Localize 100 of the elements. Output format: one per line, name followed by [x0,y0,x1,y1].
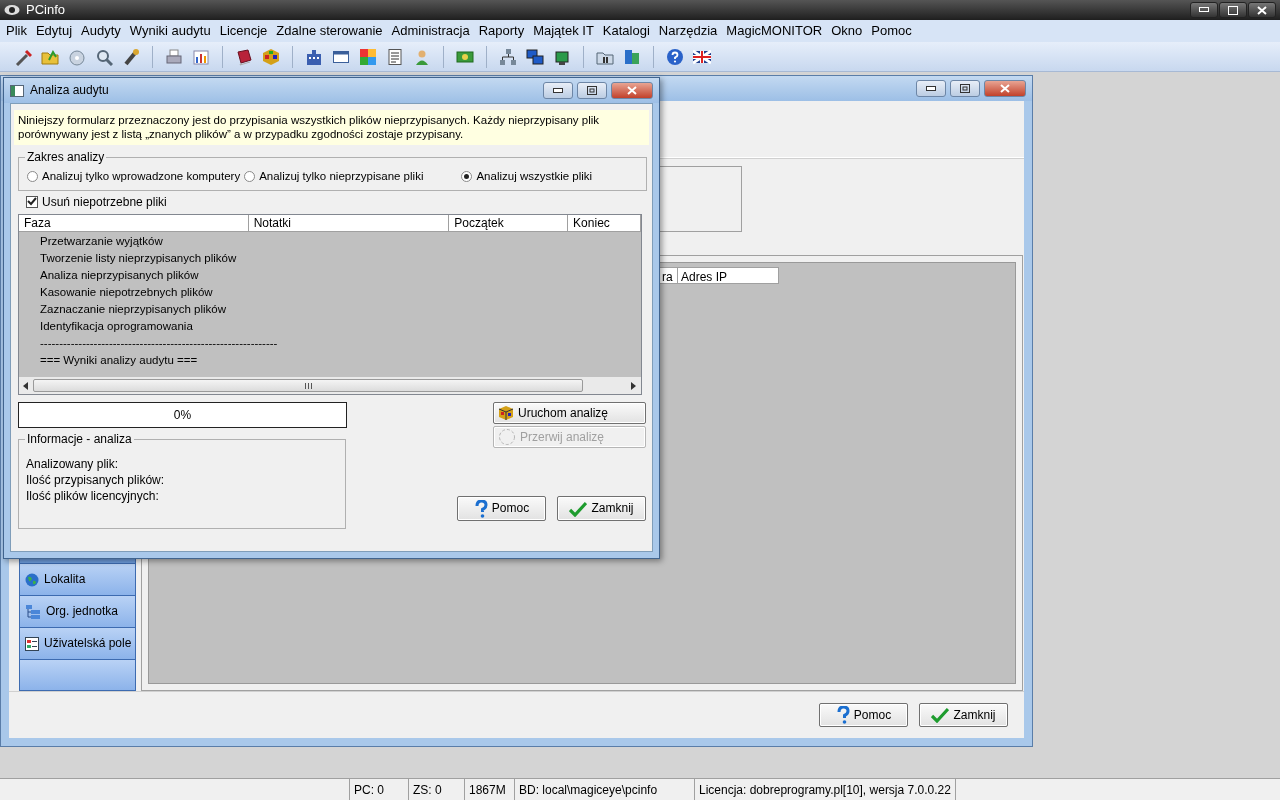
close-icon [1000,84,1010,93]
dashed-circle-icon [498,428,516,447]
globe-icon [25,572,39,587]
disc-icon[interactable] [68,47,86,66]
column-header[interactable]: Adres IP [678,267,779,284]
building-icon[interactable] [305,47,323,66]
status-text: BD: local\magiceye\pcinfo [515,779,695,800]
table-row-text: Analiza nieprzypisanych plików [40,269,200,284]
close-button[interactable] [1248,2,1276,18]
sidebar-item[interactable]: Org. jednotka [20,595,135,627]
menu-item[interactable]: Wyniki audytu [125,23,216,39]
radio-button[interactable]: Analizuj wszystkie pliki [461,169,593,184]
status-text: PC: 0 [350,779,409,800]
network-icon[interactable] [499,47,517,66]
maximize-button[interactable] [1219,2,1247,18]
menu-item[interactable]: Zdalne sterowanie [272,23,388,39]
window-icon [10,84,24,97]
column-header[interactable]: Początek [449,215,569,233]
minimize-icon [1199,7,1209,13]
app-title: PCinfo [26,2,66,18]
color-squares-icon[interactable] [359,47,377,66]
field-label: Ilość plików licencyjnych: [26,489,160,506]
horizontal-scrollbar[interactable] [19,377,641,395]
table-row-text: -------------------------------------------------------------- [40,337,279,352]
menu-item[interactable]: Edytuj [31,23,78,39]
column-header[interactable]: Koniec [568,215,641,233]
menu-item[interactable]: Narzędzia [654,23,723,39]
table-row-text: Przetwarzanie wyjątków [40,235,164,250]
start-analysis-button[interactable]: Uruchom analizę [493,402,646,425]
table-row-text: Identyfikacja oprogramowania [40,320,194,335]
radio-button[interactable]: Analizuj tylko wprowadzone komputery [27,169,241,184]
table-row-text: Tworzenie listy nieprzypisanych plików [40,252,238,267]
menu-item[interactable]: Licencje [215,23,273,39]
status-text: 1867M [465,779,515,800]
progress-text: 0% [173,407,192,423]
bar-chart-icon[interactable] [192,47,210,66]
question-mark-icon [835,706,850,724]
menu-item[interactable]: Majątek IT [529,23,599,39]
document-icon[interactable] [386,47,404,66]
column-header[interactable]: Notatki [248,215,450,233]
printer-icon[interactable] [165,47,183,66]
checkmark-icon [569,500,588,517]
sidebar-item[interactable]: Uživatelská pole [20,627,135,659]
radio-button[interactable]: Analizuj tylko nieprzypisane pliki [244,169,424,184]
check-icon [27,197,37,207]
minimize-icon [553,87,563,94]
menu-item[interactable]: Pomoc [867,23,917,39]
menu-item[interactable]: Administracja [387,23,475,39]
table-row-text: Kasowanie niepotrzebnych plików [40,286,214,301]
close-button[interactable]: Zamknij [557,496,646,522]
minimize-button[interactable] [916,80,946,97]
scroll-left-icon[interactable] [23,381,29,390]
minimize-button[interactable] [543,82,573,99]
minimize-icon [926,85,936,92]
sidebar-item[interactable]: Lokalita [20,563,135,595]
menu-item[interactable]: Okno [827,23,868,39]
menu-item[interactable]: Audyty [77,23,126,39]
field-label: Analizowany plik: [26,457,120,474]
question-mark-icon [473,499,488,518]
column-header[interactable]: Faza [19,215,249,233]
group-label: Zakres analizy [25,149,107,165]
status-text: Licencja: dobreprogramy.pl[10], wersja 7.0.0.22 [695,779,956,800]
checkmark-icon [931,707,950,723]
help-button[interactable]: Pomoc [457,496,546,522]
hierarchy-icon [25,603,41,620]
status-text: ZS: 0 [409,779,465,800]
close-icon [1257,5,1267,15]
form-icon [25,636,39,651]
maximize-icon [587,86,597,95]
maximize-button[interactable] [577,82,607,99]
dialog-title: Analiza audytu [30,83,109,98]
cube-icon[interactable] [262,47,280,66]
menu-item[interactable]: MagicMONITOR [722,23,828,39]
grip-icon [304,382,312,389]
maximize-button[interactable] [950,80,980,97]
panel-icon[interactable] [623,47,641,66]
maximize-icon [1228,5,1238,15]
checkbox[interactable]: Usuń niepotrzebne pliki [26,194,167,210]
close-icon [627,86,637,95]
info-text: Niniejszy formularz przeznaczony jest do przypisania wszystkich plików nieprzypisanych. Każdy nieprzypisany plik porównywany jest z listą „znanych plików” a w przypadku zgodności zostaje przypisany. [14,110,649,145]
field-label: Ilość przypisanych plików: [26,473,166,490]
help-icon[interactable] [666,47,684,66]
sidebar-button[interactable] [20,659,135,690]
scroll-right-icon[interactable] [631,381,637,390]
close-button[interactable]: Zamknij [919,703,1008,727]
eye-icon [4,4,20,16]
cube-icon [498,405,514,422]
magnifier-icon[interactable] [95,47,113,66]
flag-icon[interactable] [693,47,711,66]
table-row-text: Zaznaczanie nieprzypisanych plików [40,303,227,318]
help-button[interactable]: Pomoc [819,703,908,727]
menu-item[interactable]: Katalogi [598,23,655,39]
tools-icon[interactable] [14,47,32,66]
monitors-icon[interactable] [526,47,544,66]
table-row-text: === Wyniki analizy audytu === [40,354,199,369]
group-label: Informacje - analiza [25,432,134,447]
menu-item[interactable]: Raporty [474,23,530,39]
minimize-button[interactable] [1190,2,1218,18]
maximize-icon [960,84,970,93]
menu-item[interactable]: Plik [2,23,32,39]
